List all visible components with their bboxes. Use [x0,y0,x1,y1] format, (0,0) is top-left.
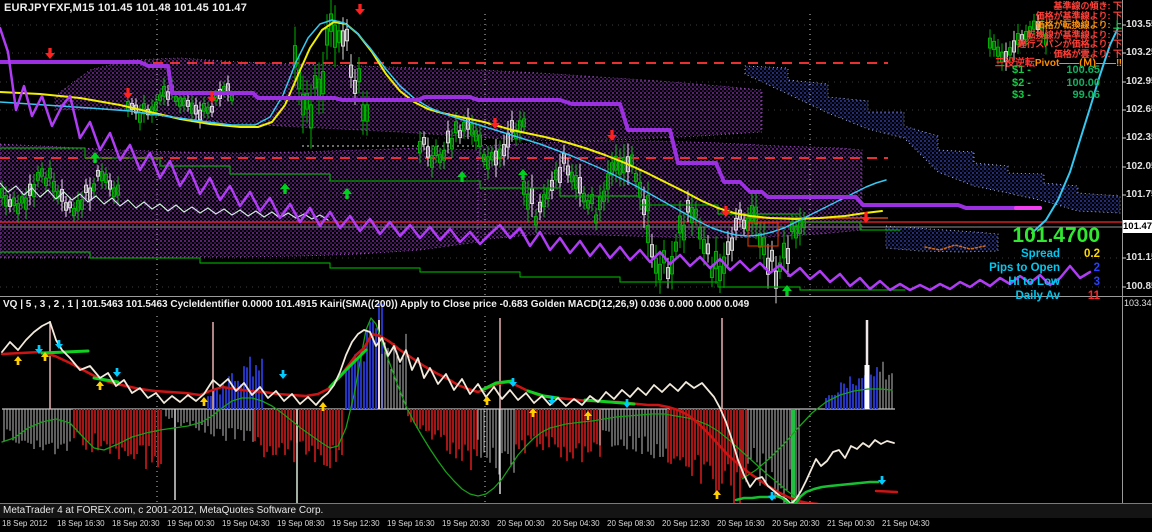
price-axis-tick: 103.55 [1126,19,1152,30]
current-price-tag: 101.47 [1123,220,1152,233]
time-axis-label: 19 Sep 16:30 [387,519,435,528]
time-axis-label: 19 Sep 12:30 [332,519,380,528]
price-axis-tick: 102.95 [1126,76,1152,87]
time-axis-label: 18 Sep 2012 [2,519,47,528]
price-axis-tick: 101.75 [1126,189,1152,200]
spread-row: Spread 0.2 [989,247,1100,261]
support-level-row: $3 - 99.06 [1012,89,1100,102]
status-bar: MetaTrader 4 at FOREX.com, c 2001-2012, … [0,503,1152,518]
pivot-support-levels: $1 - 100.65 $2 - 100.00 $3 - 99.06 [1012,64,1100,102]
ichimoku-status-panel: 基準線の傾き: 下 価格が基準線より: 下 価格が転換線より: 上 転換線が基準… [995,2,1122,69]
price-axis-tick: 102.05 [1126,161,1152,172]
time-axis-label: 19 Sep 20:30 [442,519,490,528]
time-axis-label: 21 Sep 00:30 [827,519,875,528]
price-axis-tick: 101.15 [1126,252,1152,263]
sub-axis-max-label: 103.349 [1124,298,1152,308]
time-axis-label: 18 Sep 20:30 [112,519,160,528]
price-info-panel: 101.4700 Spread 0.2 Pips to Open 2 Hi to… [989,224,1100,303]
time-axis[interactable]: 18 Sep 2012 18 Sep 16:30 18 Sep 20:30 19 Se… [0,518,1152,532]
time-axis-label: 20 Sep 16:30 [717,519,765,528]
pips-to-open-row: Pips to Open 2 [989,261,1100,275]
support-level-row: $1 - 100.65 [1012,64,1100,77]
time-axis-label: 20 Sep 20:30 [772,519,820,528]
time-axis-label: 20 Sep 00:30 [497,519,545,528]
time-axis-label: 21 Sep 04:30 [882,519,930,528]
time-axis-label: 18 Sep 16:30 [57,519,105,528]
current-price-big: 101.4700 [989,224,1100,247]
price-axis-tick: 100.85 [1126,281,1152,292]
chart-title: EURJPYFXF,M15 101.45 101.48 101.45 101.4… [4,2,247,14]
time-axis-label: 20 Sep 04:30 [552,519,600,528]
price-axis-tick: 102.65 [1126,104,1152,115]
price-axis-tick: 103.25 [1126,47,1152,58]
support-level-row: $2 - 100.00 [1012,77,1100,90]
hi-to-low-row: Hi to Low 3 [989,275,1100,289]
chart-canvas[interactable] [0,0,1152,532]
time-axis-label: 20 Sep 08:30 [607,519,655,528]
time-axis-label: 20 Sep 12:30 [662,519,710,528]
time-axis-label: 19 Sep 08:30 [277,519,325,528]
mt4-chart-window: EURJPYFXF,M15 101.45 101.48 101.45 101.4… [0,0,1152,532]
price-axis-tick: 102.35 [1126,132,1152,143]
daily-av-row: Daily Av 11 [989,289,1100,303]
time-axis-label: 19 Sep 04:30 [222,519,270,528]
time-axis-label: 19 Sep 00:30 [167,519,215,528]
indicator-subwindow-header: VQ | 5 , 3 , 2 , 1 | 101.5463 101.5463 C… [3,299,749,310]
